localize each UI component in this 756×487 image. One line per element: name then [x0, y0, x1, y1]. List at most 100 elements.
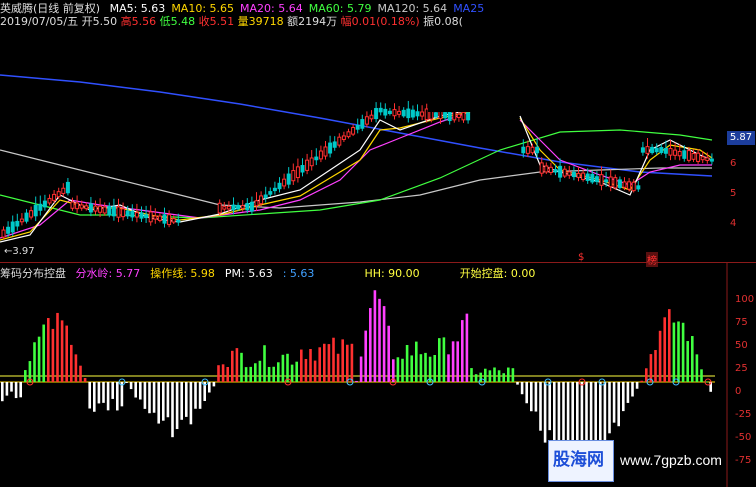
candle-body: [272, 187, 277, 192]
candle-body: [116, 206, 121, 218]
indicator-bar: [516, 382, 519, 385]
ma5-line: [0, 109, 471, 243]
indicator-bar: [465, 313, 469, 382]
indicator-bar: [507, 367, 510, 382]
low-value: 5.48: [170, 15, 196, 28]
indicator-bar: [502, 373, 505, 382]
indicator-bar: [14, 382, 18, 399]
candle-body: [282, 178, 287, 187]
amount-label: 额: [287, 15, 299, 28]
indicator-bar: [97, 382, 101, 404]
candle-body: [535, 146, 540, 154]
candle-body: [277, 182, 282, 190]
candle-body: [33, 204, 38, 217]
candle-body: [700, 156, 705, 161]
indicator-bar: [143, 382, 147, 409]
indicator-bar: [263, 345, 266, 382]
candle-body: [56, 191, 61, 198]
indicator-bar: [336, 353, 340, 382]
indicator-bar: [106, 382, 110, 411]
indicator-bar: [369, 308, 372, 382]
candle-body: [539, 162, 544, 174]
indicator-bar: [226, 366, 229, 382]
candle-body: [369, 114, 374, 120]
ma60-line: [0, 129, 713, 219]
indicator-bar: [217, 365, 220, 382]
indicator-bar: [304, 358, 308, 382]
indicator-bar: [171, 382, 174, 438]
quote-date: 2019/07/05/五: [0, 15, 79, 28]
indicator-bar: [387, 325, 390, 382]
indicator-bar: [332, 337, 335, 382]
indicator-bar: [677, 321, 680, 382]
price-tick-5: 5: [730, 188, 737, 199]
candle-body: [608, 176, 613, 188]
low-price-marker: ←3.97: [4, 246, 35, 257]
candle-body: [88, 203, 93, 213]
quote-bar: 2019/07/05/五 开5.50 高5.56 低5.48 收5.51 量39…: [0, 13, 463, 29]
candle-body: [654, 147, 659, 153]
candle-body: [52, 193, 57, 201]
indicator-bar: [318, 347, 321, 382]
indicator-bar: [162, 382, 165, 421]
candle-body: [705, 157, 710, 161]
indicator-bar: [461, 320, 464, 382]
candle-body: [245, 203, 250, 211]
candle-body: [176, 219, 181, 223]
candle-body: [295, 166, 300, 179]
candle-body: [576, 172, 581, 178]
candle-body: [415, 111, 420, 117]
indicator-bar: [350, 343, 354, 382]
candle-body: [452, 110, 457, 121]
indicator-bar: [79, 365, 82, 382]
candle-body: [254, 200, 259, 207]
candle-body: [617, 179, 622, 188]
candle-body: [42, 200, 47, 208]
indicator-bar: [686, 341, 689, 382]
candle-body: [548, 166, 553, 173]
watermark-url: www.7gpzb.com: [620, 452, 722, 468]
candle-body: [47, 197, 52, 204]
indicator-bar: [134, 382, 137, 398]
candle-body: [268, 191, 273, 195]
indicator-bar: [281, 354, 285, 382]
candle-body: [6, 226, 11, 234]
stock-chart-window: 英威腾(日线 前复权) MA5: 5.63 MA10: 5.65 MA20: 5.6…: [0, 0, 756, 487]
indicator-axis-tick: -25: [735, 409, 752, 420]
candle-body: [558, 165, 563, 178]
candle-body: [332, 141, 337, 148]
obscured-region-top: [428, 22, 728, 112]
indicator-bar: [180, 382, 183, 420]
change-value: 0.01: [351, 15, 377, 28]
candle-body: [406, 108, 411, 119]
indicator-bar: [640, 380, 643, 382]
candle-body: [420, 111, 425, 117]
indicator-bar: [42, 324, 45, 382]
indicator-bar: [410, 355, 413, 382]
candle-body: [328, 142, 333, 154]
candle-body: [346, 131, 351, 138]
candle-body: [613, 177, 618, 189]
candle-body: [121, 208, 126, 218]
indicator-bar: [208, 382, 211, 393]
obscured-region-mid: [184, 224, 574, 262]
candle-body: [387, 110, 392, 115]
candle-body: [231, 204, 236, 211]
candle-body: [98, 205, 103, 213]
indicator-bar: [419, 354, 423, 382]
candle-body: [604, 179, 609, 183]
candle-body: [544, 165, 549, 173]
candle-body: [65, 181, 70, 194]
indicator-bar: [212, 382, 216, 387]
candle-body: [374, 108, 379, 120]
candle-body: [1, 229, 6, 238]
candle-body: [217, 202, 222, 214]
candle-body: [93, 205, 98, 212]
indicator-bar: [249, 366, 252, 382]
indicator-bar: [594, 382, 597, 443]
volume-label: 量: [237, 15, 249, 28]
indicator-bar: [520, 382, 524, 395]
candle-body: [153, 215, 158, 220]
indicator-bar: [534, 382, 538, 412]
candle-body: [645, 146, 650, 154]
